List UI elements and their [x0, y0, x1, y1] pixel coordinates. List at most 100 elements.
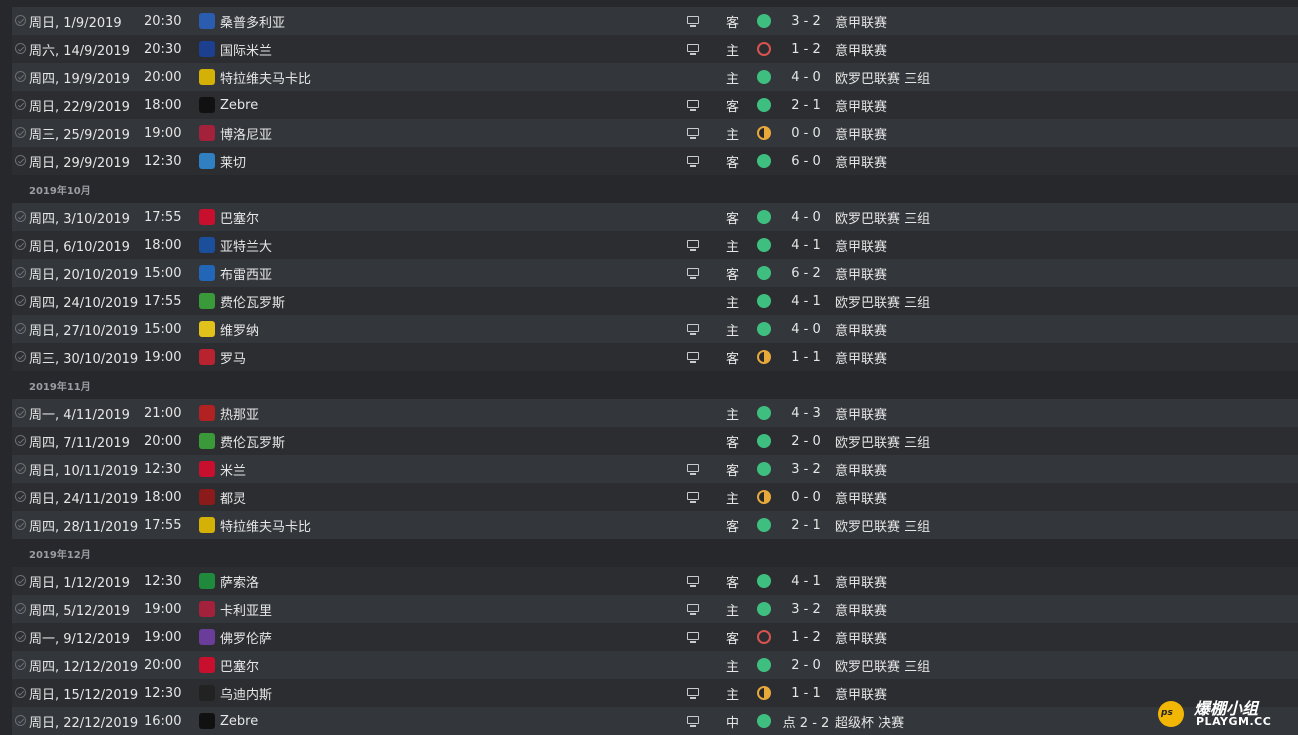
- competition-link[interactable]: 欧罗巴联赛 三组: [835, 432, 930, 451]
- match-score-link[interactable]: 3 - 2: [772, 462, 840, 477]
- match-time: 12:30: [144, 461, 182, 477]
- competition-link[interactable]: 意甲联赛: [835, 264, 887, 283]
- fixture-row[interactable]: 周四, 24/10/2019 17:55 费伦瓦罗斯 主 4 - 1 欧罗巴联赛 三组: [12, 287, 1298, 315]
- fixture-row[interactable]: 周四, 5/12/2019 19:00 卡利亚里 主 3 - 2 意甲联赛: [12, 595, 1298, 623]
- competition-link[interactable]: 意甲联赛: [835, 404, 887, 423]
- match-score-link[interactable]: 1 - 1: [772, 350, 840, 365]
- match-score-link[interactable]: 6 - 0: [772, 154, 840, 169]
- opponent-team-link[interactable]: 费伦瓦罗斯: [220, 432, 285, 451]
- opponent-team-link[interactable]: 特拉维夫马卡比: [220, 68, 311, 87]
- match-score-link[interactable]: 4 - 1: [772, 294, 840, 309]
- fixture-row[interactable]: 周三, 30/10/2019 19:00 罗马 客 1 - 1 意甲联赛: [12, 343, 1298, 371]
- opponent-team-link[interactable]: 都灵: [220, 488, 246, 507]
- opponent-team-link[interactable]: 费伦瓦罗斯: [220, 292, 285, 311]
- opponent-team-link[interactable]: 布雷西亚: [220, 264, 272, 283]
- fixture-row[interactable]: 周三, 25/9/2019 19:00 博洛尼亚 主 0 - 0 意甲联赛: [12, 119, 1298, 147]
- opponent-team-link[interactable]: 维罗纳: [220, 320, 259, 339]
- match-score-link[interactable]: 1 - 1: [772, 686, 840, 701]
- opponent-team-link[interactable]: 莱切: [220, 152, 246, 171]
- competition-link[interactable]: 意甲联赛: [835, 684, 887, 703]
- fixture-row[interactable]: 周一, 4/11/2019 21:00 热那亚 主 4 - 3 意甲联赛: [12, 399, 1298, 427]
- match-score-link[interactable]: 4 - 3: [772, 406, 840, 421]
- opponent-team-link[interactable]: 博洛尼亚: [220, 124, 272, 143]
- opponent-team-link[interactable]: 卡利亚里: [220, 600, 272, 619]
- match-score-link[interactable]: 点 2 - 2: [772, 712, 840, 731]
- competition-link[interactable]: 意甲联赛: [835, 124, 887, 143]
- fixture-row[interactable]: 周日, 6/10/2019 18:00 亚特兰大 主 4 - 1 意甲联赛: [12, 231, 1298, 259]
- competition-link[interactable]: 意甲联赛: [835, 320, 887, 339]
- fixture-row[interactable]: 周日, 27/10/2019 15:00 维罗纳 主 4 - 0 意甲联赛: [12, 315, 1298, 343]
- match-score-link[interactable]: 0 - 0: [772, 490, 840, 505]
- match-time: 17:55: [144, 209, 182, 225]
- match-score-link[interactable]: 4 - 0: [772, 70, 840, 85]
- competition-link[interactable]: 意甲联赛: [835, 348, 887, 367]
- opponent-team-link[interactable]: 罗马: [220, 348, 246, 367]
- competition-link[interactable]: 欧罗巴联赛 三组: [835, 292, 930, 311]
- venue-label: 主: [726, 491, 740, 507]
- competition-link[interactable]: 意甲联赛: [835, 572, 887, 591]
- fixture-row[interactable]: 周日, 20/10/2019 15:00 布雷西亚 客 6 - 2 意甲联赛: [12, 259, 1298, 287]
- competition-link[interactable]: 欧罗巴联赛 三组: [835, 208, 930, 227]
- opponent-team-link[interactable]: 国际米兰: [220, 40, 272, 59]
- opponent-team-link[interactable]: Zebre: [220, 714, 258, 729]
- opponent-team-link[interactable]: 巴塞尔: [220, 208, 259, 227]
- match-score-link[interactable]: 3 - 2: [772, 14, 840, 29]
- competition-link[interactable]: 欧罗巴联赛 三组: [835, 68, 930, 87]
- match-score-link[interactable]: 1 - 2: [772, 630, 840, 645]
- opponent-team-link[interactable]: 巴塞尔: [220, 656, 259, 675]
- opponent-team-link[interactable]: Zebre: [220, 98, 258, 113]
- match-time: 20:00: [144, 657, 182, 673]
- fixture-row[interactable]: 周日, 15/12/2019 12:30 乌迪内斯 主 1 - 1 意甲联赛: [12, 679, 1298, 707]
- match-score-link[interactable]: 2 - 1: [772, 98, 840, 113]
- fixture-row[interactable]: 周四, 19/9/2019 20:00 特拉维夫马卡比 主 4 - 0 欧罗巴联赛 三组: [12, 63, 1298, 91]
- fixture-row[interactable]: 周日, 22/12/2019 16:00 Zebre 中 点 2 - 2 超级杯 决赛: [12, 707, 1298, 735]
- competition-link[interactable]: 欧罗巴联赛 三组: [835, 516, 930, 535]
- venue-label: 主: [726, 323, 740, 339]
- competition-link[interactable]: 意甲联赛: [835, 96, 887, 115]
- match-score-link[interactable]: 6 - 2: [772, 266, 840, 281]
- competition-link[interactable]: 意甲联赛: [835, 628, 887, 647]
- fixture-row[interactable]: 周日, 1/12/2019 12:30 萨索洛 客 4 - 1 意甲联赛: [12, 567, 1298, 595]
- fixture-row[interactable]: 周六, 14/9/2019 20:30 国际米兰 主 1 - 2 意甲联赛: [12, 35, 1298, 63]
- match-score-link[interactable]: 4 - 1: [772, 574, 840, 589]
- competition-link[interactable]: 意甲联赛: [835, 488, 887, 507]
- match-score-link[interactable]: 2 - 1: [772, 518, 840, 533]
- tv-broadcast-icon: [687, 100, 699, 111]
- match-score-link[interactable]: 4 - 0: [772, 322, 840, 337]
- match-score-link[interactable]: 2 - 0: [772, 434, 840, 449]
- competition-link[interactable]: 意甲联赛: [835, 40, 887, 59]
- fixture-row[interactable]: 周日, 29/9/2019 12:30 莱切 客 6 - 0 意甲联赛: [12, 147, 1298, 175]
- match-time: 18:00: [144, 97, 182, 113]
- fixture-row[interactable]: 周四, 3/10/2019 17:55 巴塞尔 客 4 - 0 欧罗巴联赛 三组: [12, 203, 1298, 231]
- fixture-row[interactable]: 周日, 24/11/2019 18:00 都灵 主 0 - 0 意甲联赛: [12, 483, 1298, 511]
- competition-link[interactable]: 意甲联赛: [835, 12, 887, 31]
- match-score-link[interactable]: 4 - 0: [772, 210, 840, 225]
- opponent-team-link[interactable]: 亚特兰大: [220, 236, 272, 255]
- opponent-team-link[interactable]: 佛罗伦萨: [220, 628, 272, 647]
- fixture-row[interactable]: 周四, 7/11/2019 20:00 费伦瓦罗斯 客 2 - 0 欧罗巴联赛 三组: [12, 427, 1298, 455]
- fixture-row[interactable]: 周日, 1/9/2019 20:30 桑普多利亚 客 3 - 2 意甲联赛: [12, 7, 1298, 35]
- fixture-row[interactable]: 周日, 10/11/2019 12:30 米兰 客 3 - 2 意甲联赛: [12, 455, 1298, 483]
- match-score-link[interactable]: 4 - 1: [772, 238, 840, 253]
- competition-link[interactable]: 意甲联赛: [835, 236, 887, 255]
- match-date: 周日, 29/9/2019: [29, 155, 130, 171]
- match-score-link[interactable]: 0 - 0: [772, 126, 840, 141]
- competition-link[interactable]: 意甲联赛: [835, 460, 887, 479]
- competition-link[interactable]: 意甲联赛: [835, 600, 887, 619]
- opponent-team-link[interactable]: 乌迪内斯: [220, 684, 272, 703]
- competition-link[interactable]: 欧罗巴联赛 三组: [835, 656, 930, 675]
- match-score-link[interactable]: 2 - 0: [772, 658, 840, 673]
- match-score-link[interactable]: 3 - 2: [772, 602, 840, 617]
- fixture-row[interactable]: 周日, 22/9/2019 18:00 Zebre 客 2 - 1 意甲联赛: [12, 91, 1298, 119]
- match-score-link[interactable]: 1 - 2: [772, 42, 840, 57]
- opponent-team-link[interactable]: 桑普多利亚: [220, 12, 285, 31]
- opponent-team-link[interactable]: 特拉维夫马卡比: [220, 516, 311, 535]
- fixture-row[interactable]: 周四, 28/11/2019 17:55 特拉维夫马卡比 客 2 - 1 欧罗巴联赛 三组: [12, 511, 1298, 539]
- competition-link[interactable]: 意甲联赛: [835, 152, 887, 171]
- opponent-team-link[interactable]: 米兰: [220, 460, 246, 479]
- competition-link[interactable]: 超级杯 决赛: [835, 712, 904, 731]
- opponent-team-link[interactable]: 热那亚: [220, 404, 259, 423]
- fixture-row[interactable]: 周一, 9/12/2019 19:00 佛罗伦萨 客 1 - 2 意甲联赛: [12, 623, 1298, 651]
- opponent-team-link[interactable]: 萨索洛: [220, 572, 259, 591]
- fixture-row[interactable]: 周四, 12/12/2019 20:00 巴塞尔 主 2 - 0 欧罗巴联赛 三组: [12, 651, 1298, 679]
